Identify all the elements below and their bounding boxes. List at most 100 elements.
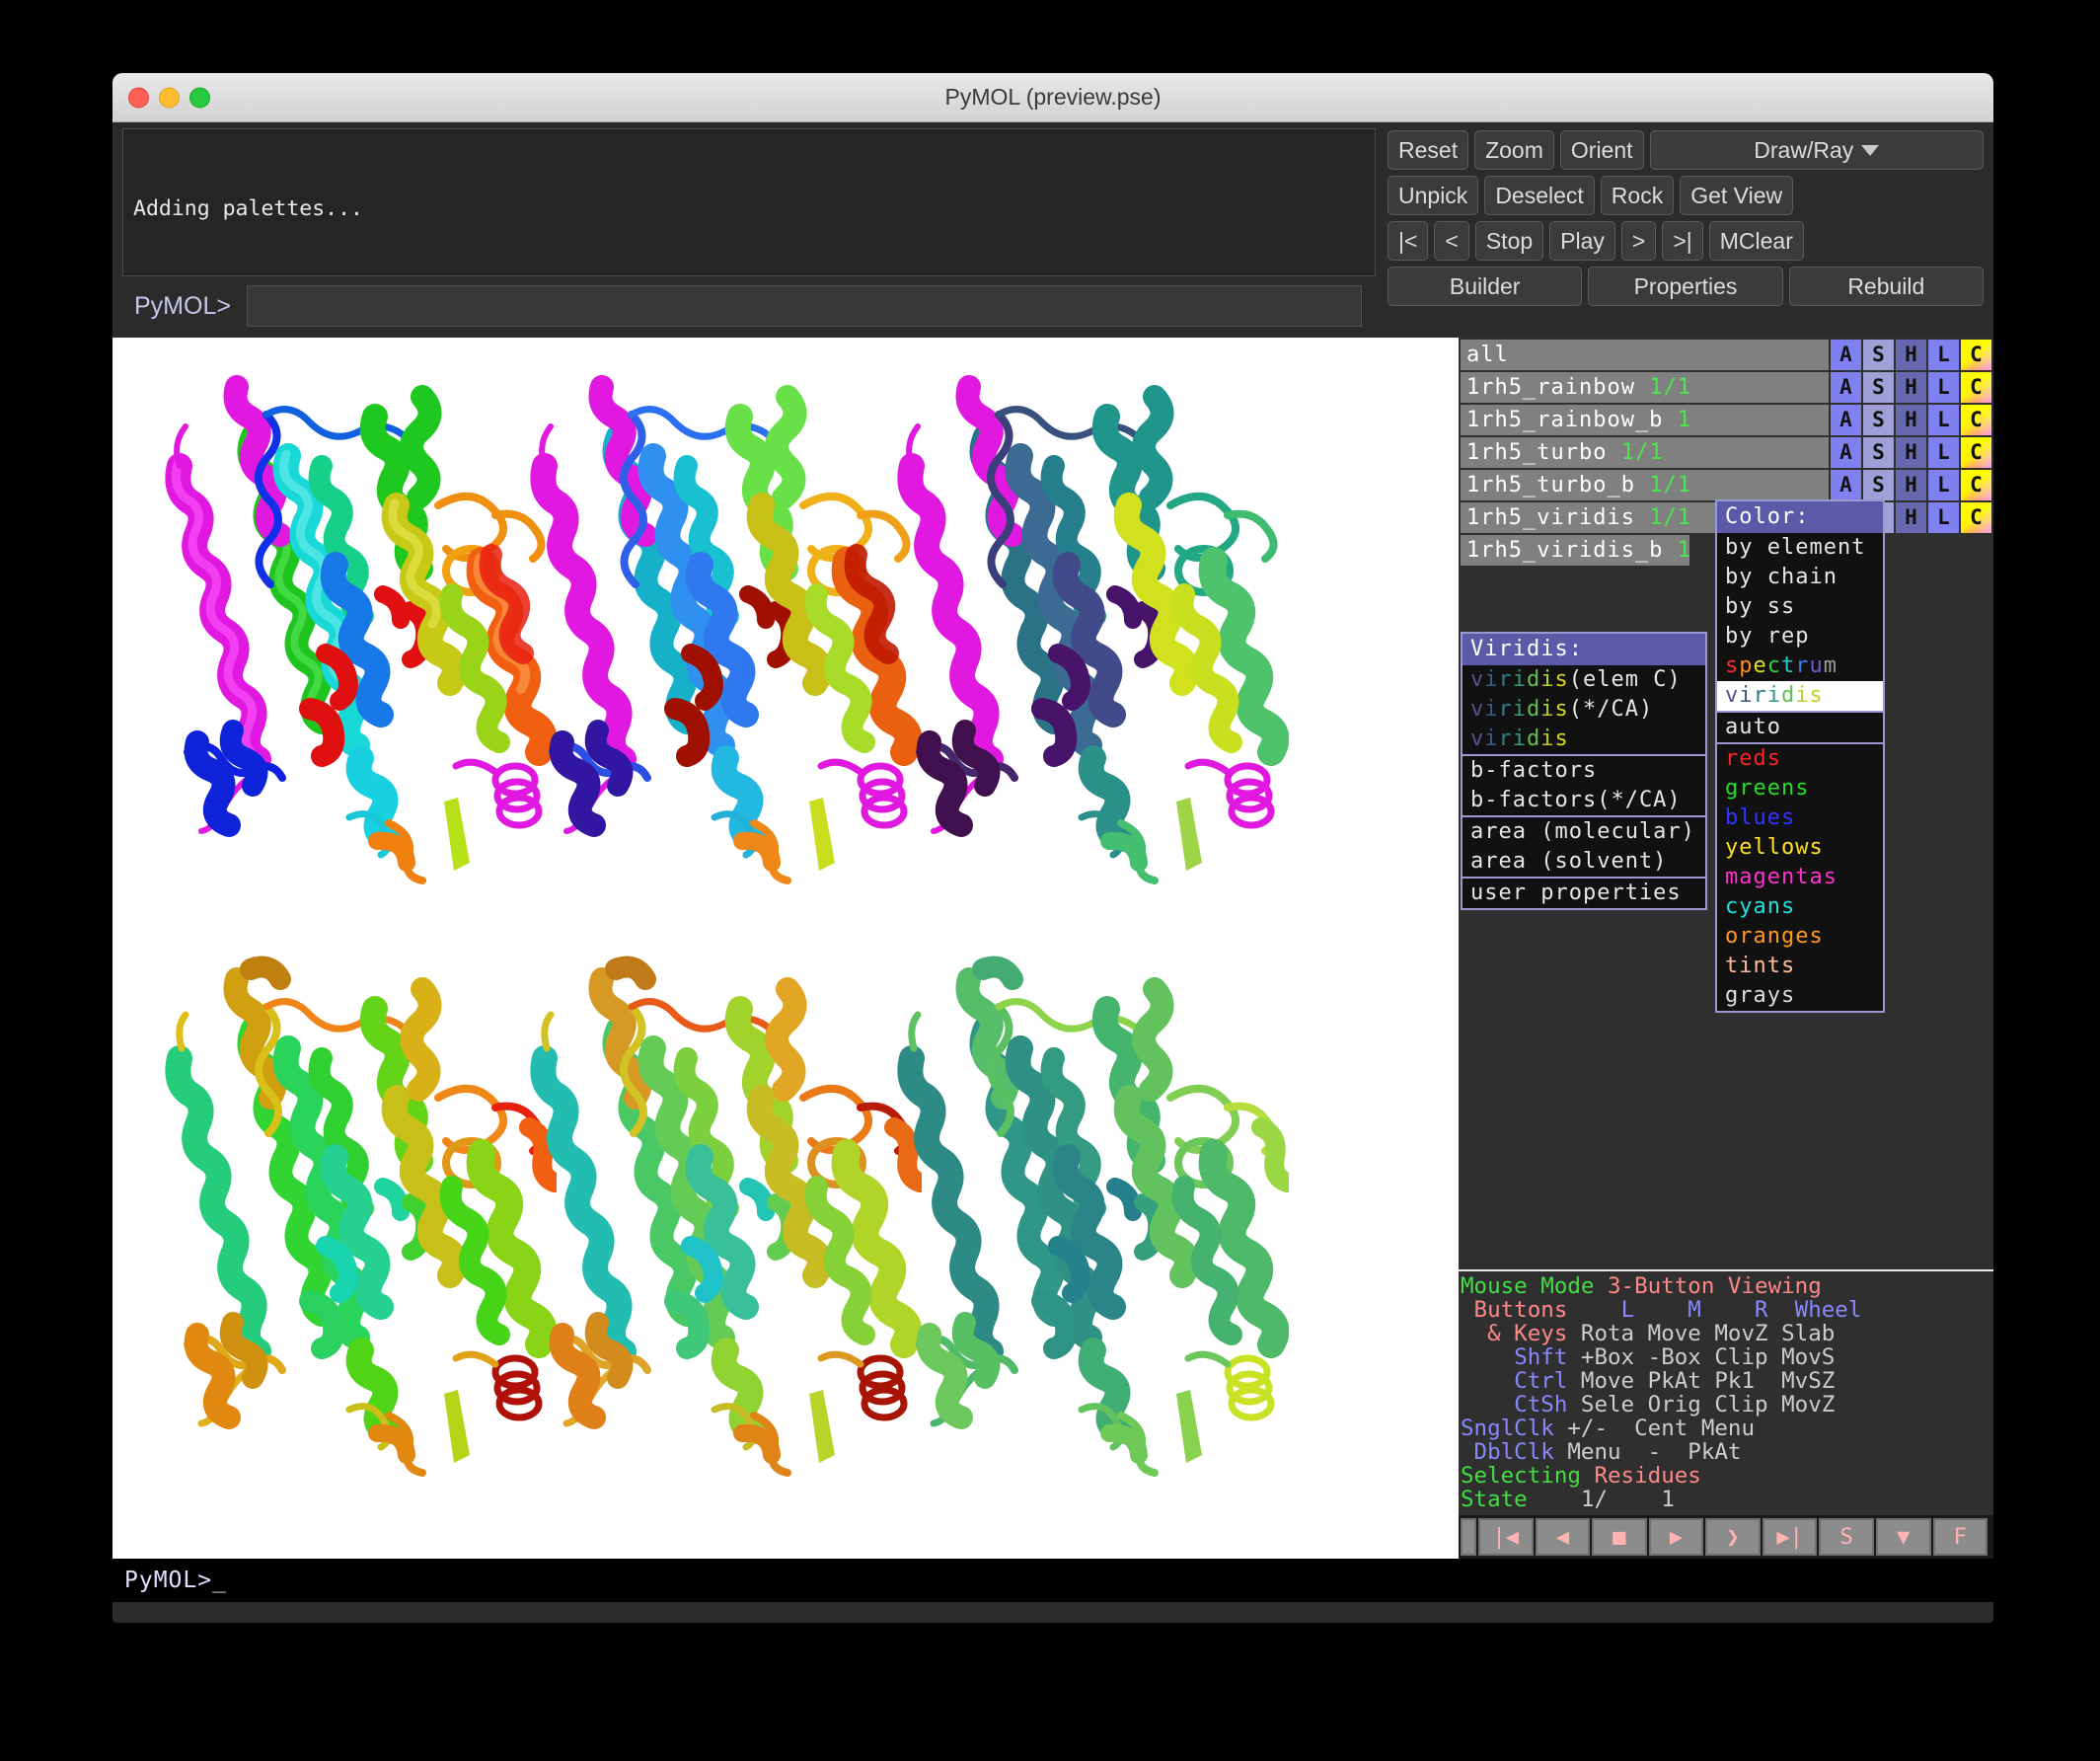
selecting-value[interactable]: Residues: [1594, 1463, 1700, 1489]
object-row-turbo[interactable]: 1rh5_turbo 1/1 A S H L C: [1461, 437, 1991, 468]
menu-item-viridis-elem-c[interactable]: viridis(elem C): [1462, 665, 1705, 695]
menu-item-cyans[interactable]: cyans: [1717, 892, 1883, 922]
maximize-button-icon[interactable]: [189, 87, 210, 108]
zoom-button[interactable]: Zoom: [1474, 130, 1554, 170]
toggle-hide[interactable]: H: [1896, 470, 1926, 500]
toggle-show[interactable]: S: [1863, 437, 1894, 468]
builder-button[interactable]: Builder: [1388, 267, 1582, 306]
toggle-show[interactable]: S: [1863, 405, 1894, 435]
deselect-button[interactable]: Deselect: [1484, 176, 1594, 215]
rebuild-button[interactable]: Rebuild: [1789, 267, 1984, 306]
molecule-panel-1rh5-turbo-b[interactable]: [507, 950, 922, 1502]
menu-item-viridis[interactable]: viridis: [1462, 725, 1705, 754]
properties-button[interactable]: Properties: [1588, 267, 1782, 306]
object-name[interactable]: 1rh5_rainbow 1/1: [1461, 372, 1829, 403]
step-back-icon[interactable]: ◀: [1536, 1518, 1591, 1556]
status-bar[interactable]: PyMOL>_: [112, 1559, 1993, 1602]
movie-scrub-handle[interactable]: [1461, 1518, 1476, 1556]
fast-forward-icon[interactable]: ❯: [1705, 1518, 1761, 1556]
menu-item-by-element[interactable]: by element: [1717, 533, 1883, 563]
menu-item-blues[interactable]: blues: [1717, 804, 1883, 833]
stop-icon[interactable]: ■: [1592, 1518, 1647, 1556]
object-row-rainbow[interactable]: 1rh5_rainbow 1/1 A S H L C: [1461, 372, 1991, 403]
minimize-button-icon[interactable]: [159, 87, 180, 108]
object-name[interactable]: 1rh5_turbo 1/1: [1461, 437, 1829, 468]
menu-item-viridis-selected[interactable]: viridis: [1717, 681, 1883, 711]
skip-to-end-icon[interactable]: ▶|: [1762, 1518, 1818, 1556]
draw-ray-button[interactable]: Draw/Ray: [1650, 130, 1984, 170]
object-row-rainbow-b[interactable]: 1rh5_rainbow_b 1 A S H L C: [1461, 405, 1991, 435]
object-row-turbo-b[interactable]: 1rh5_turbo_b 1/1 A S H L C: [1461, 470, 1991, 500]
menu-item-auto[interactable]: auto: [1717, 713, 1883, 742]
toggle-label[interactable]: L: [1928, 437, 1959, 468]
movie-next-button[interactable]: >: [1621, 221, 1656, 261]
rock-button[interactable]: Rock: [1601, 176, 1674, 215]
movie-s-button[interactable]: S: [1819, 1518, 1874, 1556]
menu-item-b-factors-ca[interactable]: b-factors(*/CA): [1462, 786, 1705, 815]
toggle-show[interactable]: S: [1863, 340, 1894, 370]
toggle-show[interactable]: S: [1863, 470, 1894, 500]
molecule-panel-1rh5-turbo[interactable]: [507, 357, 922, 910]
molecule-panel-1rh5-viridis-b[interactable]: [874, 950, 1289, 1502]
menu-item-area-solvent[interactable]: area (solvent): [1462, 847, 1705, 877]
toggle-color[interactable]: C: [1961, 340, 1991, 370]
toggle-color[interactable]: C: [1961, 437, 1991, 468]
toggle-label[interactable]: L: [1928, 502, 1959, 533]
toggle-label[interactable]: L: [1928, 340, 1959, 370]
menu-item-yellows[interactable]: yellows: [1717, 833, 1883, 863]
toggle-hide[interactable]: H: [1896, 340, 1926, 370]
molecule-panel-1rh5-rainbow-b[interactable]: [142, 950, 557, 1502]
down-triangle-icon[interactable]: ▼: [1876, 1518, 1931, 1556]
toggle-actions[interactable]: A: [1831, 340, 1861, 370]
toggle-actions[interactable]: A: [1831, 437, 1861, 468]
movie-first-button[interactable]: |<: [1388, 221, 1428, 261]
menu-item-grays[interactable]: grays: [1717, 981, 1883, 1011]
chevron-down-icon[interactable]: [1861, 145, 1879, 156]
menu-item-b-factors[interactable]: b-factors: [1462, 756, 1705, 786]
object-name[interactable]: all: [1461, 340, 1829, 370]
toggle-hide[interactable]: H: [1896, 405, 1926, 435]
toggle-hide[interactable]: H: [1896, 437, 1926, 468]
toggle-actions[interactable]: A: [1831, 470, 1861, 500]
toggle-color[interactable]: C: [1961, 470, 1991, 500]
object-name[interactable]: 1rh5_rainbow_b 1: [1461, 405, 1829, 435]
toggle-label[interactable]: L: [1928, 470, 1959, 500]
command-input[interactable]: [247, 285, 1362, 327]
menu-item-oranges[interactable]: oranges: [1717, 922, 1883, 952]
unpick-button[interactable]: Unpick: [1388, 176, 1478, 215]
menu-item-reds[interactable]: reds: [1717, 744, 1883, 774]
orient-button[interactable]: Orient: [1560, 130, 1644, 170]
movie-play-button[interactable]: Play: [1549, 221, 1615, 261]
molecule-panel-1rh5-rainbow[interactable]: [142, 357, 557, 910]
toggle-color[interactable]: C: [1961, 502, 1991, 533]
menu-item-user-properties[interactable]: user properties: [1462, 879, 1705, 908]
menu-item-by-chain[interactable]: by chain: [1717, 563, 1883, 592]
molecule-panel-1rh5-viridis[interactable]: [874, 357, 1289, 910]
object-row-all[interactable]: all A S H L C: [1461, 340, 1991, 370]
toggle-actions[interactable]: A: [1831, 405, 1861, 435]
movie-last-button[interactable]: >|: [1662, 221, 1702, 261]
toggle-color[interactable]: C: [1961, 372, 1991, 403]
menu-item-by-ss[interactable]: by ss: [1717, 592, 1883, 622]
reset-button[interactable]: Reset: [1388, 130, 1468, 170]
close-button-icon[interactable]: [128, 87, 149, 108]
toggle-label[interactable]: L: [1928, 372, 1959, 403]
toggle-hide[interactable]: H: [1896, 372, 1926, 403]
object-name[interactable]: 1rh5_viridis_b 1: [1461, 535, 1689, 566]
toggle-color[interactable]: C: [1961, 405, 1991, 435]
object-name[interactable]: 1rh5_turbo_b 1/1: [1461, 470, 1829, 500]
menu-item-greens[interactable]: greens: [1717, 774, 1883, 804]
menu-item-spectrum[interactable]: spectrum: [1717, 651, 1883, 681]
mclear-button[interactable]: MClear: [1709, 221, 1804, 261]
toggle-hide[interactable]: H: [1896, 502, 1926, 533]
menu-item-tints[interactable]: tints: [1717, 952, 1883, 981]
menu-item-magentas[interactable]: magentas: [1717, 863, 1883, 892]
movie-prev-button[interactable]: <: [1434, 221, 1468, 261]
menu-item-by-rep[interactable]: by rep: [1717, 622, 1883, 651]
3d-viewport[interactable]: [112, 338, 1459, 1559]
movie-stop-button[interactable]: Stop: [1475, 221, 1543, 261]
menu-item-area-molecular[interactable]: area (molecular): [1462, 817, 1705, 847]
toggle-label[interactable]: L: [1928, 405, 1959, 435]
menu-item-viridis-ca[interactable]: viridis(*/CA): [1462, 695, 1705, 725]
toggle-actions[interactable]: A: [1831, 372, 1861, 403]
